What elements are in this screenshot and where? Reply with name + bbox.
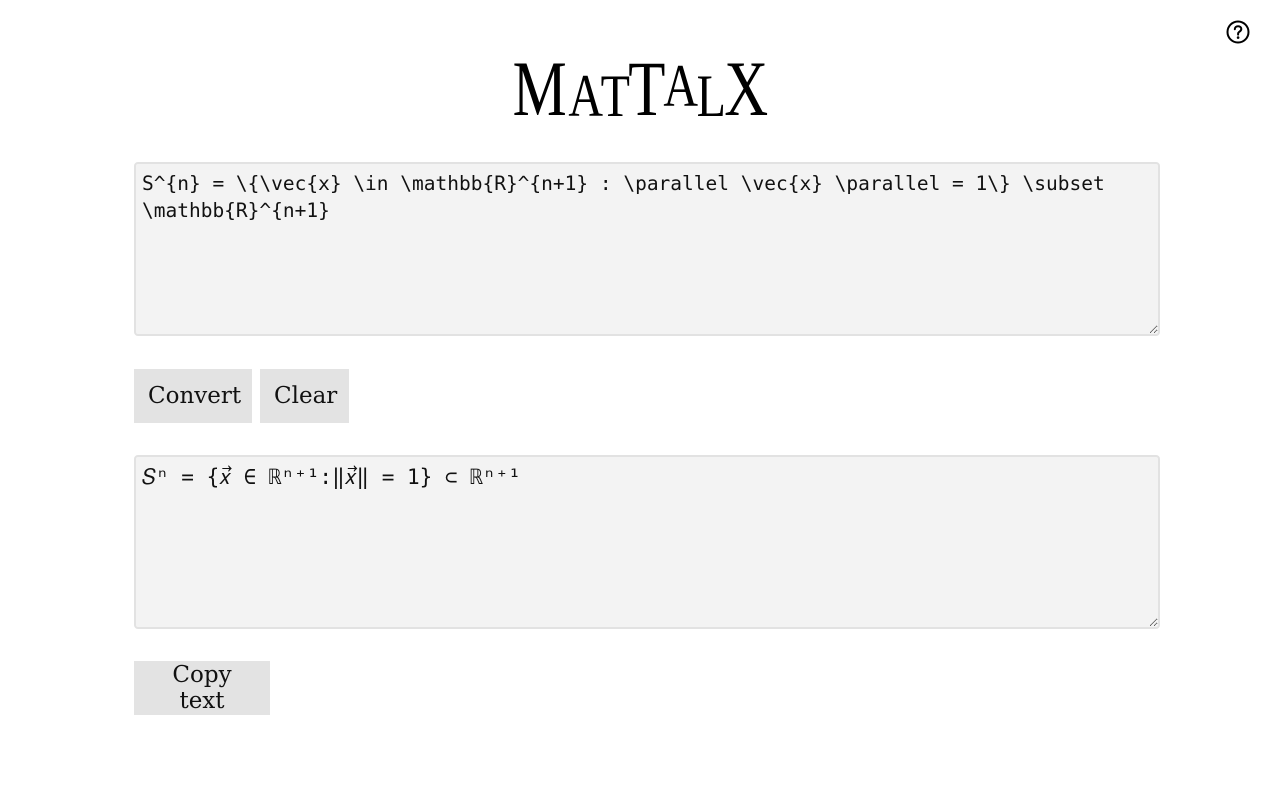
logo-letter: A — [568, 63, 603, 129]
logo-letter: L — [696, 63, 726, 129]
convert-button[interactable]: Convert — [134, 369, 252, 423]
page: M A T T A L X S^{n} = \{\vec{x} \in \mat… — [0, 0, 1280, 800]
latex-input[interactable]: S^{n} = \{\vec{x} \in \mathbb{R}^{n+1} :… — [134, 162, 1160, 336]
logo-letter: A — [663, 53, 699, 119]
logo-letter: M — [512, 45, 568, 132]
logo-letter: T — [627, 45, 666, 132]
logo-letter: T — [600, 63, 631, 129]
logo-letter: X — [724, 45, 769, 132]
clear-button[interactable]: Clear — [260, 369, 349, 423]
help-icon[interactable] — [1226, 20, 1250, 44]
unicode-output[interactable]: 𝑆ⁿ = {𝑥⃗ ∈ ℝⁿ⁺¹:‖𝑥⃗‖ = 1} ⊂ ℝⁿ⁺¹ — [134, 455, 1160, 629]
app-logo: M A T T A L X — [0, 50, 1280, 140]
copy-text-button[interactable]: Copy text — [134, 661, 270, 715]
